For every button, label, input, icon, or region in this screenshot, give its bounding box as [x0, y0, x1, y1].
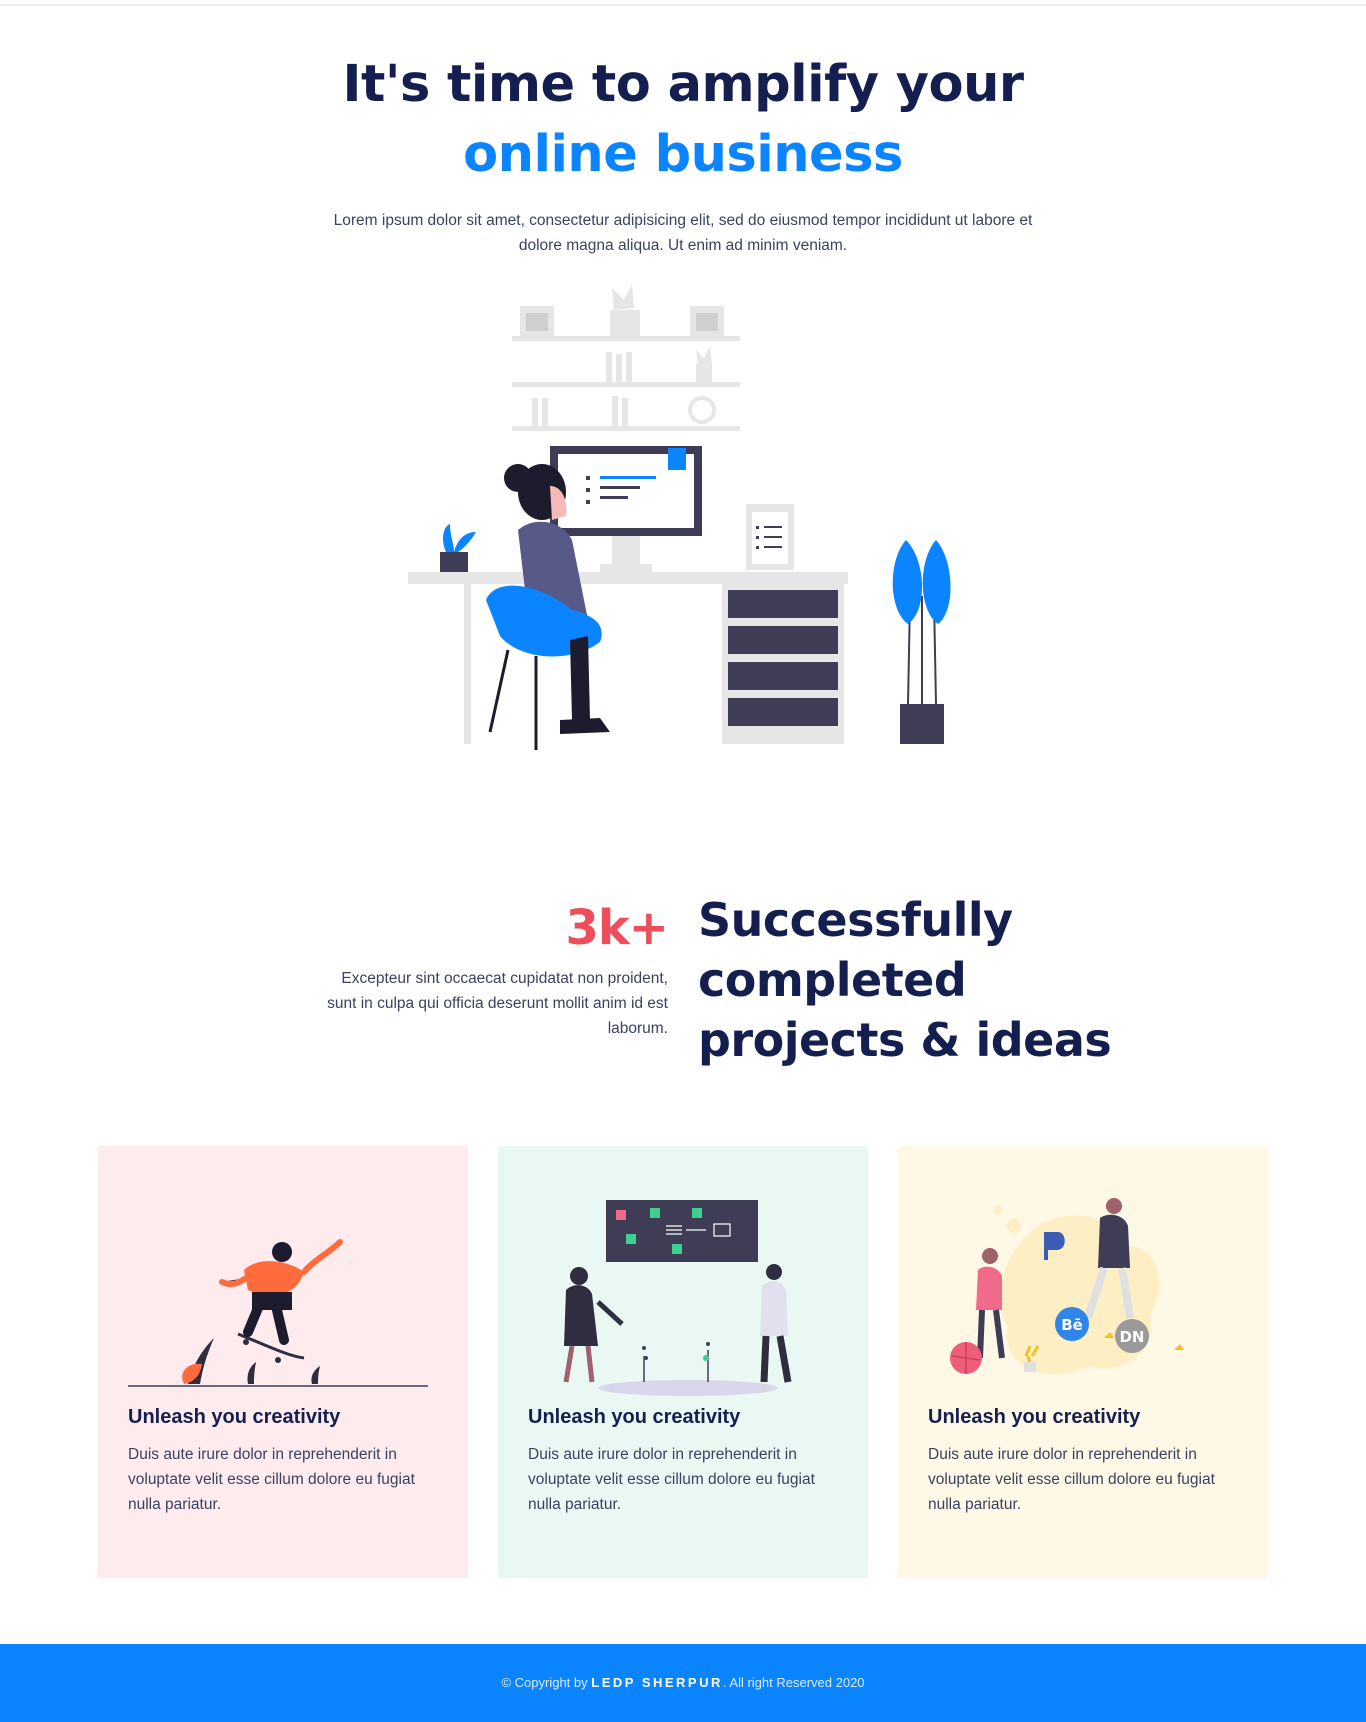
- skateboarder-illustration: [128, 1239, 428, 1387]
- stat-number: 3k+: [565, 900, 669, 956]
- feature-card-2: Unleash you creativity Duis aute irure d…: [498, 1146, 868, 1578]
- feature-card-title: Unleash you creativity: [528, 1406, 741, 1428]
- stat-description: Excepteur sint occaecat cupidatat non pr…: [327, 970, 668, 1037]
- stat-headline: Successfully completed projects & ideas: [698, 893, 1112, 1067]
- footer: © Copyright by LEDP SHERPUR. All right R…: [0, 1644, 1366, 1722]
- footer-copyright-suffix: . All right Reserved 2020: [722, 1675, 865, 1690]
- stats-section: 3k+ Excepteur sint occaecat cupidatat no…: [0, 880, 1366, 1080]
- feature-cards: Unleash you creativity Duis aute irure d…: [98, 1146, 1268, 1578]
- feature-card-text: Duis aute irure dolor in reprehenderit i…: [128, 1446, 415, 1513]
- social-design-illustration: Bē DN: [950, 1198, 1184, 1374]
- footer-brand-link[interactable]: LEDP SHERPUR: [591, 1675, 723, 1690]
- feature-card-title: Unleash you creativity: [928, 1406, 1141, 1428]
- hero-section: It's time to amplify your online busines…: [0, 50, 1366, 258]
- feature-card-3: Bē DN Unleash you creativity Duis aute i…: [898, 1146, 1268, 1578]
- hero-title: It's time to amplify your online busines…: [0, 50, 1366, 190]
- feature-card-title: Unleash you creativity: [128, 1406, 341, 1428]
- footer-copyright-prefix: © Copyright by: [501, 1675, 588, 1690]
- feature-card-text: Duis aute irure dolor in reprehenderit i…: [928, 1446, 1215, 1513]
- hero-description: Lorem ipsum dolor sit amet, consectetur …: [333, 212, 1033, 254]
- hero-title-line1: It's time to amplify your: [342, 55, 1024, 114]
- stats-right: Successfully completed projects & ideas: [698, 890, 1158, 1070]
- feature-card-1: Unleash you creativity Duis aute irure d…: [98, 1146, 468, 1578]
- feature-card-text: Duis aute irure dolor in reprehenderit i…: [528, 1446, 815, 1513]
- hero-title-accent: online business: [463, 125, 903, 184]
- top-divider: [0, 0, 1366, 6]
- designer-news-badge: DN: [1119, 1328, 1144, 1346]
- office-illustration: [408, 284, 951, 750]
- stats-left: 3k+ Excepteur sint occaecat cupidatat no…: [308, 900, 669, 1041]
- team-board-illustration: [563, 1200, 792, 1396]
- behance-badge: Bē: [1061, 1316, 1083, 1334]
